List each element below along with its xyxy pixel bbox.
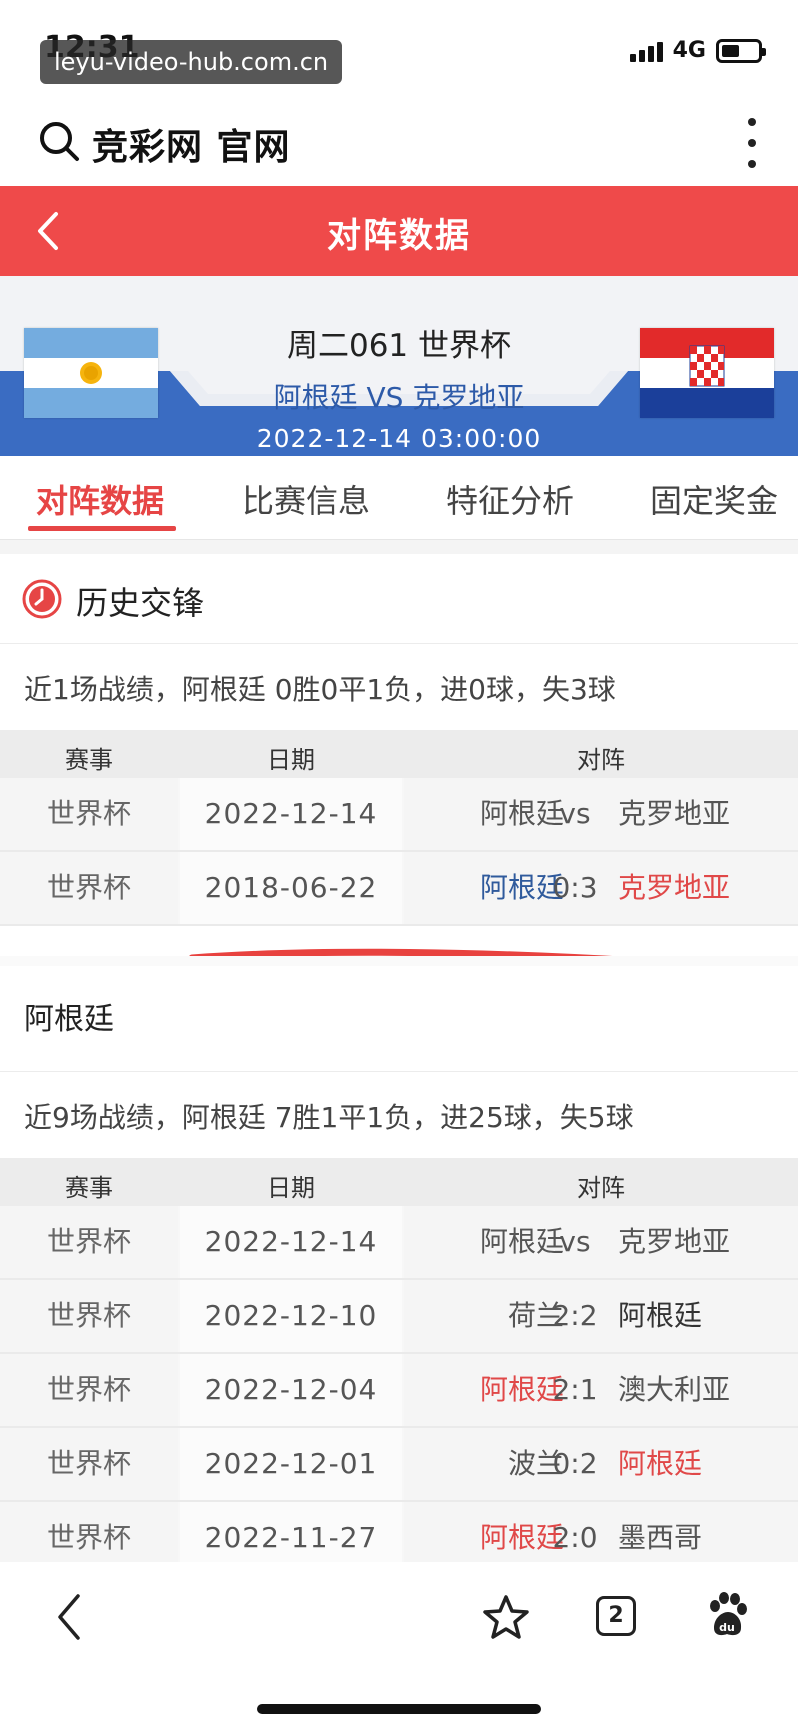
signal-icon xyxy=(629,40,663,62)
tab-bar: 对阵数据 比赛信息 特征分析 固定奖金 xyxy=(0,456,798,540)
search-icon[interactable] xyxy=(38,120,80,162)
team-section-header: 阿根廷 xyxy=(0,966,798,1072)
match-datetime: 2022-12-14 03:00:00 xyxy=(256,424,542,453)
row-date: 2018-06-22 xyxy=(180,852,402,924)
page-title: 对阵数据 xyxy=(327,216,471,256)
match-banner: 周二061 世界杯 阿根廷 VS 克罗地亚 2022-12-14 03:00:0… xyxy=(0,276,798,456)
match-score: vs xyxy=(559,1225,591,1258)
team-section-title: 阿根廷 xyxy=(24,1002,114,1037)
browser-bottom-nav: 2 du xyxy=(0,1562,798,1728)
home-indicator[interactable] xyxy=(257,1704,541,1714)
status-indicators: 4G xyxy=(629,38,766,63)
history-section-header: 历史交锋 xyxy=(0,554,798,644)
table-header: 赛事 日期 对阵 xyxy=(0,1158,798,1206)
active-tab-indicator xyxy=(28,526,176,531)
column-date: 日期 xyxy=(267,1174,315,1202)
row-matchup: 阿根廷 vs 克罗地亚 xyxy=(404,778,798,850)
match-score: 0:3 xyxy=(552,871,598,904)
row-competition: 世界杯 xyxy=(0,1428,178,1500)
column-competition: 赛事 xyxy=(65,746,113,774)
clock-icon xyxy=(22,579,62,619)
row-competition: 世界杯 xyxy=(0,852,178,924)
row-date: 2022-12-04 xyxy=(180,1354,402,1426)
search-bar[interactable]: 竞彩网 官网 xyxy=(0,100,798,186)
svg-text:du: du xyxy=(719,1621,735,1634)
url-overlay: leyu-video-hub.com.cn xyxy=(40,40,343,84)
column-date: 日期 xyxy=(267,746,315,774)
table-row[interactable]: 世界杯 2022-12-04 阿根廷 2:1 澳大利亚 xyxy=(0,1354,798,1428)
divider xyxy=(0,956,798,966)
table-row[interactable]: 世界杯 2022-12-01 波兰 0:2 阿根廷 xyxy=(0,1428,798,1502)
match-round: 周二061 世界杯 xyxy=(286,328,512,364)
tabs-count-button[interactable]: 2 xyxy=(596,1596,636,1636)
battery-icon xyxy=(716,38,766,63)
away-team: 澳大利亚 xyxy=(618,1373,731,1406)
match-teams: 阿根廷 VS 克罗地亚 xyxy=(273,381,525,414)
row-matchup: 荷兰 2:2 阿根廷 xyxy=(404,1280,798,1352)
row-competition: 世界杯 xyxy=(0,778,178,850)
row-date: 2022-12-10 xyxy=(180,1280,402,1352)
match-score: 0:2 xyxy=(552,1447,598,1480)
column-competition: 赛事 xyxy=(65,1174,113,1202)
column-matchup: 对阵 xyxy=(577,1174,625,1202)
baidu-paw-icon[interactable]: du xyxy=(706,1592,748,1638)
tab-feature-analysis[interactable]: 特征分析 xyxy=(446,476,574,522)
match-score: 2:1 xyxy=(552,1373,598,1406)
network-type: 4G xyxy=(672,38,706,63)
row-matchup: 阿根廷 2:1 澳大利亚 xyxy=(404,1354,798,1426)
row-date: 2022-12-14 xyxy=(180,778,402,850)
tab-matchup-data[interactable]: 对阵数据 xyxy=(36,476,164,522)
site-title[interactable]: 竞彩网 官网 xyxy=(92,118,291,170)
table-row[interactable]: 世界杯 2022-12-14 阿根廷 vs 克罗地亚 xyxy=(0,1206,798,1280)
back-icon[interactable] xyxy=(54,1592,84,1642)
table-row[interactable]: 世界杯 2022-12-14 阿根廷 vs 克罗地亚 xyxy=(0,778,798,852)
team-recent-table: 赛事 日期 对阵 世界杯 2022-12-14 阿根廷 vs 克罗地亚 世界杯 … xyxy=(0,1158,798,1576)
table-row[interactable]: 世界杯 2018-06-22 阿根廷 0:3 克罗地亚 xyxy=(0,852,798,926)
history-summary: 近1场战绩，阿根廷 0胜0平1负，进0球，失3球 xyxy=(24,673,616,706)
row-date: 2022-12-14 xyxy=(180,1206,402,1278)
away-team: 阿根廷 xyxy=(618,1299,703,1332)
column-matchup: 对阵 xyxy=(577,746,625,774)
history-table: 赛事 日期 对阵 世界杯 2022-12-14 阿根廷 vs 克罗地亚 世界杯 … xyxy=(0,730,798,926)
row-competition: 世界杯 xyxy=(0,1206,178,1278)
star-icon[interactable] xyxy=(482,1594,530,1640)
row-date: 2022-12-01 xyxy=(180,1428,402,1500)
team-summary: 近9场战绩，阿根廷 7胜1平1负，进25球，失5球 xyxy=(24,1101,634,1134)
table-row[interactable]: 世界杯 2022-12-10 荷兰 2:2 阿根廷 xyxy=(0,1280,798,1354)
divider xyxy=(0,540,798,554)
status-bar: 12:31 leyu-video-hub.com.cn 4G xyxy=(0,0,798,100)
away-team: 克罗地亚 xyxy=(618,1225,731,1258)
away-team: 克罗地亚 xyxy=(618,797,731,830)
table-header: 赛事 日期 对阵 xyxy=(0,730,798,778)
away-team: 克罗地亚 xyxy=(618,871,731,904)
page-header: 对阵数据 xyxy=(0,186,798,276)
row-competition: 世界杯 xyxy=(0,1354,178,1426)
row-matchup: 阿根廷 vs 克罗地亚 xyxy=(404,1206,798,1278)
away-team: 阿根廷 xyxy=(618,1447,703,1480)
match-score: 2:2 xyxy=(552,1299,598,1332)
row-matchup: 波兰 0:2 阿根廷 xyxy=(404,1428,798,1500)
row-matchup: 阿根廷 0:3 克罗地亚 xyxy=(404,852,798,924)
tab-match-info[interactable]: 比赛信息 xyxy=(242,476,370,522)
tab-fixed-prize[interactable]: 固定奖金 xyxy=(650,476,778,522)
row-competition: 世界杯 xyxy=(0,1280,178,1352)
more-options-icon[interactable] xyxy=(746,118,758,168)
history-title: 历史交锋 xyxy=(76,584,205,622)
match-score: vs xyxy=(559,797,591,830)
